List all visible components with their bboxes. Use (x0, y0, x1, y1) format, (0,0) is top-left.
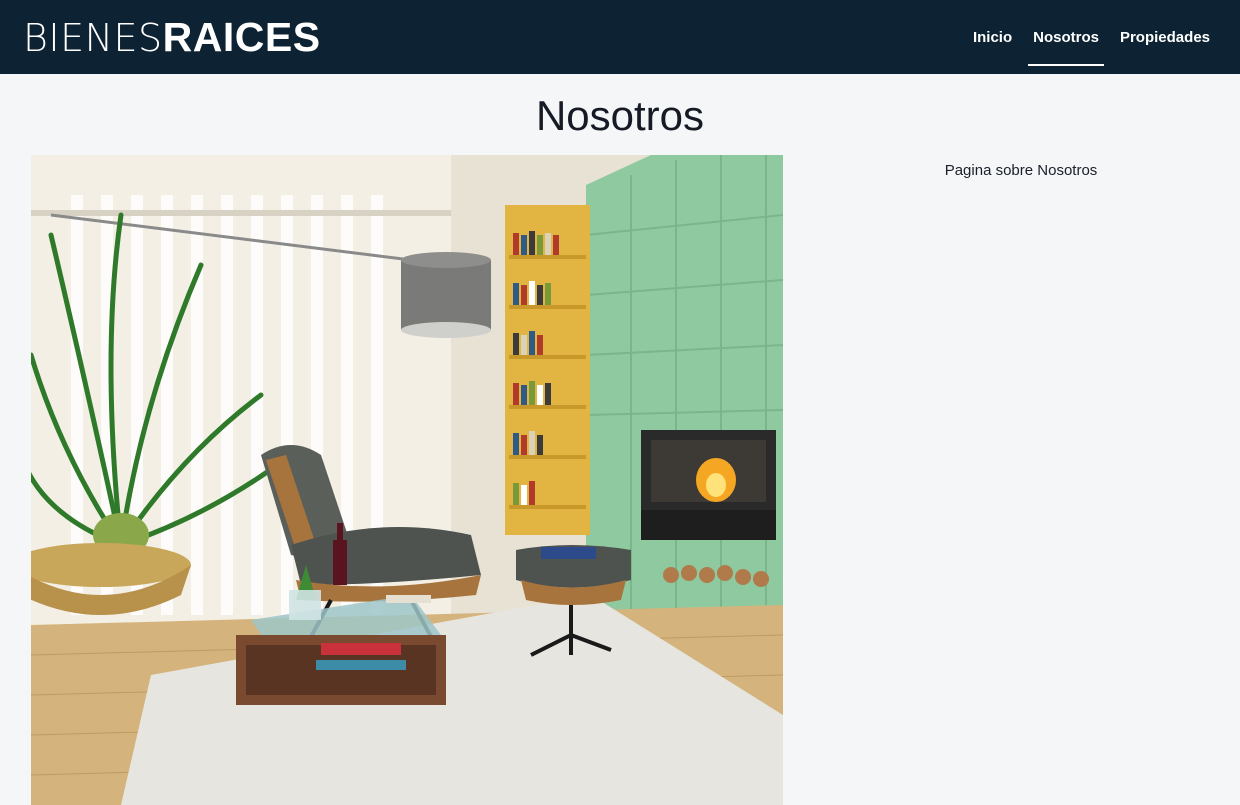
main-navigation: Inicio Nosotros Propiedades (957, 0, 1215, 74)
nav-link-propiedades[interactable]: Propiedades (1115, 23, 1215, 52)
page-title: Nosotros (535, 92, 705, 139)
nav-link-inicio[interactable]: Inicio (968, 23, 1017, 52)
logo-bold-text: RAICES (162, 14, 321, 60)
nav-link-nosotros[interactable]: Nosotros (1028, 23, 1104, 66)
logo-light-text: BIENES (23, 16, 163, 60)
interior-illustration (31, 155, 783, 805)
site-logo[interactable]: BIENESRAICES (23, 14, 321, 61)
site-header: BIENESRAICES Inicio Nosotros Propiedades (0, 0, 1240, 74)
about-description: Pagina sobre Nosotros (944, 162, 1098, 179)
living-room-photo (31, 155, 783, 805)
